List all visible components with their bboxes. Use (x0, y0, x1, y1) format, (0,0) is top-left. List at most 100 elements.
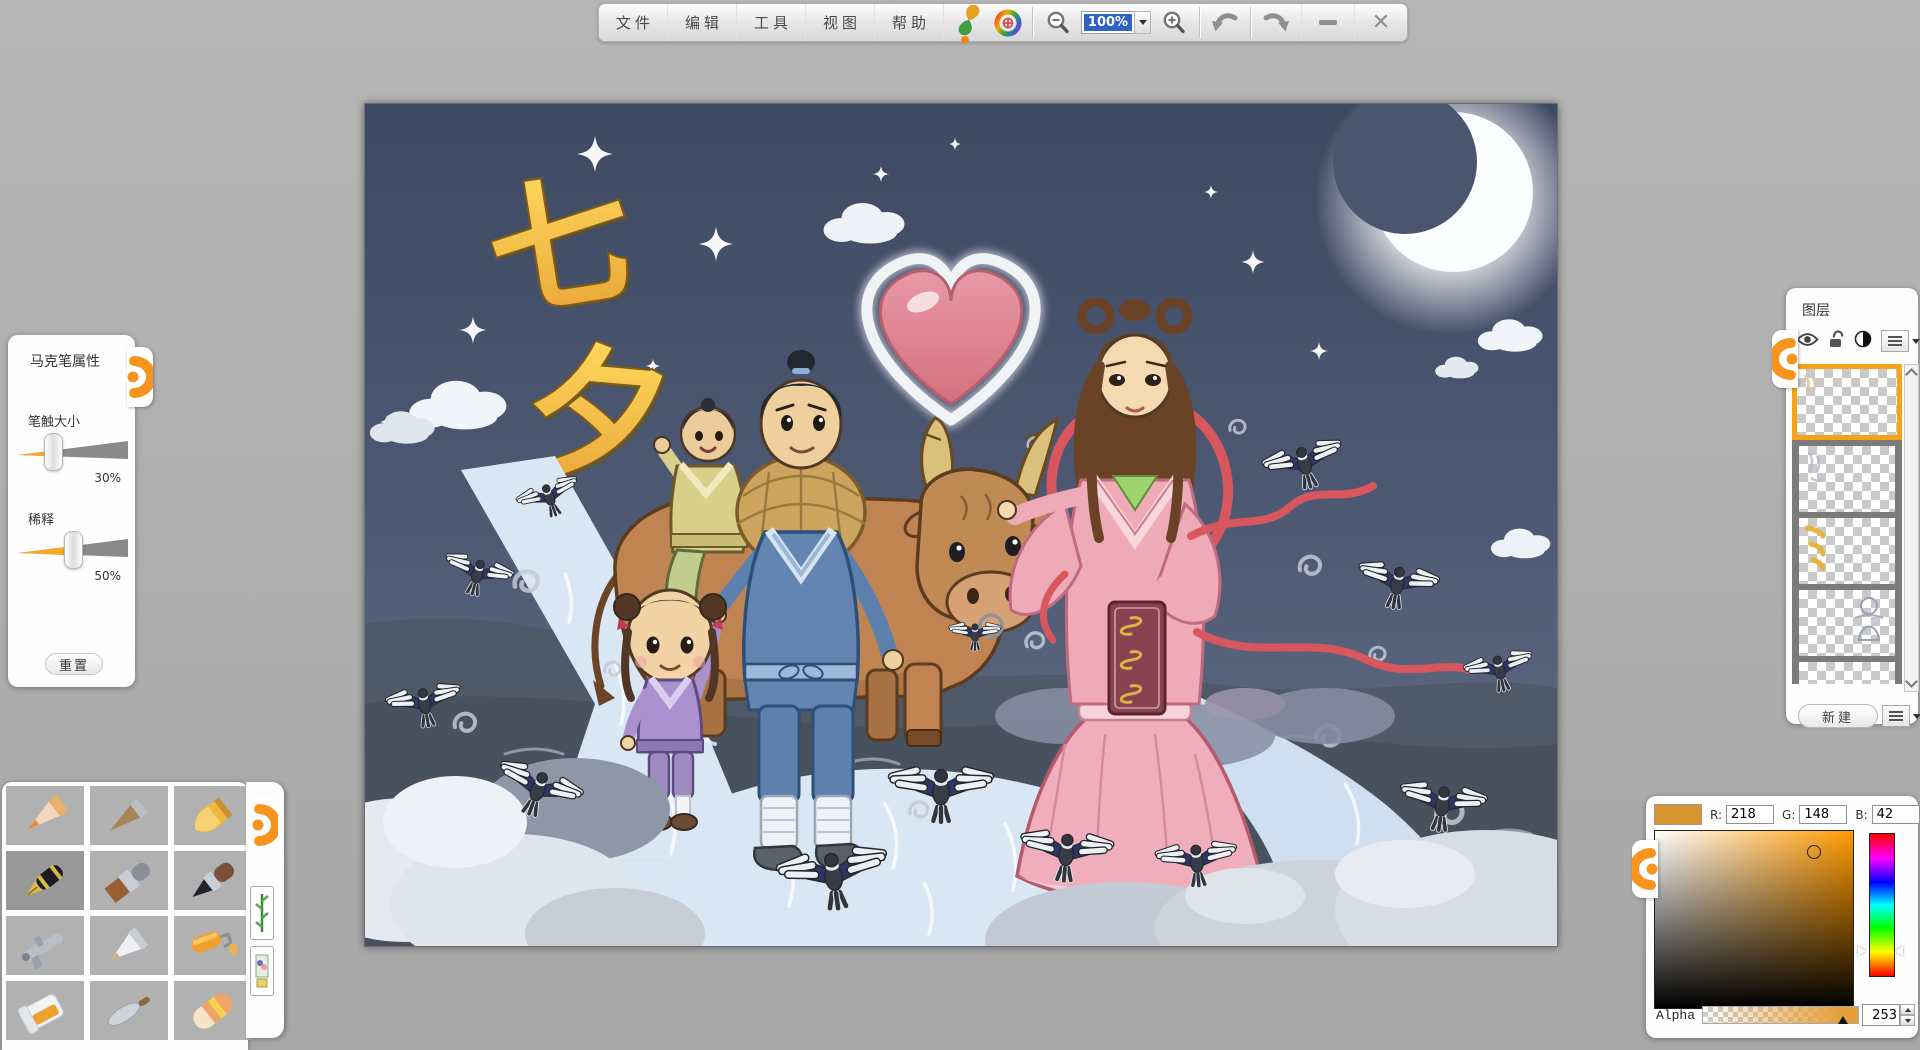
orange-grip-icon (252, 796, 278, 854)
redo-button[interactable] (1259, 8, 1293, 38)
hue-slider[interactable] (1869, 833, 1895, 977)
unlock-padlock-icon (1828, 330, 1845, 348)
zoom-level-dropdown[interactable] (1134, 11, 1151, 34)
plant-material-tab[interactable] (250, 886, 274, 940)
bamboo-icon (255, 891, 269, 935)
saturation-value-field[interactable] (1654, 830, 1854, 1009)
zoom-in-button[interactable] (1157, 8, 1191, 38)
zoom-level-value: 100% (1084, 14, 1132, 31)
layer-thumbnail-figure-sketch (1845, 594, 1895, 650)
brush-tool-fountain-pen[interactable] (6, 851, 84, 910)
brush-tool-palette-knife[interactable] (90, 981, 168, 1040)
title-char-qi: 七 (477, 155, 643, 340)
undo-button[interactable] (1208, 8, 1242, 38)
current-color-swatch (1654, 804, 1702, 825)
dilution-label: 稀释 (28, 509, 54, 528)
layer-row[interactable] (1792, 656, 1902, 684)
chevron-down-icon (1913, 714, 1920, 719)
top-toolbar: 文件 编辑 工具 视图 帮助 (598, 3, 1408, 42)
chevron-down-icon (1912, 339, 1920, 344)
layer-row[interactable] (1792, 512, 1902, 584)
layer-row[interactable] (1792, 440, 1902, 512)
brush-palette-collapse-handle[interactable] (252, 796, 278, 854)
undo-icon (1211, 10, 1239, 36)
menu-tools[interactable]: 工具 (737, 4, 806, 41)
layer-visibility-button[interactable] (1796, 332, 1819, 351)
dilution-slider-handle[interactable] (64, 531, 83, 569)
brush-tool-ink-brush[interactable] (174, 851, 252, 910)
layer-thumbnail-gold-marks (1801, 522, 1835, 574)
layer-row[interactable] (1792, 584, 1902, 656)
logo-group (944, 4, 1032, 41)
color-panel-collapse-handle[interactable] (1632, 840, 1658, 898)
brush-size-label: 笔触大小 (28, 411, 80, 430)
dilution-slider[interactable] (16, 537, 128, 563)
marker-panel-title: 马克笔属性 (30, 351, 100, 371)
layer-row-selected[interactable] (1792, 364, 1902, 440)
alpha-slider[interactable] (1702, 1006, 1859, 1024)
sticker-image-icon (255, 951, 269, 991)
menu-edit[interactable]: 编辑 (668, 4, 737, 41)
contrast-half-circle-icon (1854, 330, 1872, 348)
color-picker-panel: R: G: B: Alpha (1646, 796, 1918, 1038)
red-label: R: (1710, 808, 1722, 822)
zoom-level-field[interactable]: 100% (1081, 11, 1135, 34)
brush-size-slider-handle[interactable] (44, 433, 63, 471)
chevron-down-icon (1139, 20, 1147, 25)
list-lines-icon (1882, 705, 1910, 727)
brush-size-value: 30% (94, 471, 121, 485)
layer-lock-button[interactable] (1828, 330, 1845, 352)
hue-cursor-left (1858, 946, 1866, 956)
menu-view[interactable]: 视图 (806, 4, 875, 41)
sv-cursor[interactable] (1807, 845, 1821, 859)
drawing-canvas[interactable]: 七 七 夕 夕 (364, 103, 1558, 947)
brush-tool-paint-jar[interactable] (6, 981, 84, 1040)
blue-input[interactable] (1872, 805, 1920, 824)
up-arrow-icon (1905, 1008, 1911, 1012)
red-input[interactable] (1726, 805, 1774, 824)
marker-panel-collapse-handle[interactable] (127, 347, 153, 407)
brush-palette-panel (2, 782, 248, 1050)
zoom-out-button[interactable] (1041, 8, 1075, 38)
brush-tool-colored-pencil[interactable] (6, 786, 84, 845)
scroll-down-icon (1905, 675, 1918, 688)
brush-size-slider[interactable] (16, 439, 128, 465)
alpha-input[interactable] (1862, 1004, 1900, 1026)
new-layer-button[interactable]: 新建 (1798, 704, 1878, 728)
brush-tool-airbrush[interactable] (6, 916, 84, 975)
artwork-qixi-illustration: 七 七 夕 夕 (365, 104, 1557, 946)
layers-panel-title: 图层 (1802, 300, 1830, 320)
layer-list-scrollbar[interactable] (1904, 364, 1919, 692)
redo-icon (1262, 10, 1290, 36)
layers-panel: 图层 (1786, 288, 1918, 724)
alpha-step-up[interactable] (1900, 1004, 1915, 1015)
hue-cursor-right (1895, 946, 1903, 956)
brush-tool-eraser[interactable] (174, 981, 252, 1040)
green-input[interactable] (1799, 805, 1847, 824)
eye-icon (1796, 332, 1819, 347)
reset-button[interactable]: 重置 (45, 653, 103, 675)
brush-tool-paint-roller[interactable] (174, 916, 252, 975)
minimize-button[interactable] (1301, 4, 1354, 41)
green-label: G: (1782, 808, 1795, 822)
alpha-step-down[interactable] (1900, 1015, 1915, 1026)
list-lines-icon (1881, 330, 1909, 352)
layer-blend-button[interactable] (1854, 330, 1872, 352)
brush-tool-marker[interactable] (174, 786, 252, 845)
close-button[interactable]: ✕ (1354, 4, 1407, 41)
layers-panel-collapse-handle[interactable] (1772, 330, 1798, 388)
zoom-out-icon (1045, 10, 1071, 36)
minimize-icon (1319, 20, 1337, 25)
sticker-material-tab[interactable] (250, 946, 274, 996)
alpha-cursor[interactable] (1838, 1016, 1848, 1024)
layer-menu-button[interactable] (1881, 330, 1920, 352)
menu-help[interactable]: 帮助 (875, 4, 944, 41)
menu-file[interactable]: 文件 (599, 4, 668, 41)
brush-tool-paint-cone[interactable] (90, 916, 168, 975)
scroll-up-icon (1905, 368, 1918, 381)
brush-tool-pastel-stick[interactable] (90, 786, 168, 845)
layer-list (1792, 364, 1902, 684)
brush-tool-flat-brush[interactable] (90, 851, 168, 910)
layer-list-menu-button[interactable] (1882, 705, 1920, 727)
layer-thumbnail-strokes (1799, 371, 1829, 401)
